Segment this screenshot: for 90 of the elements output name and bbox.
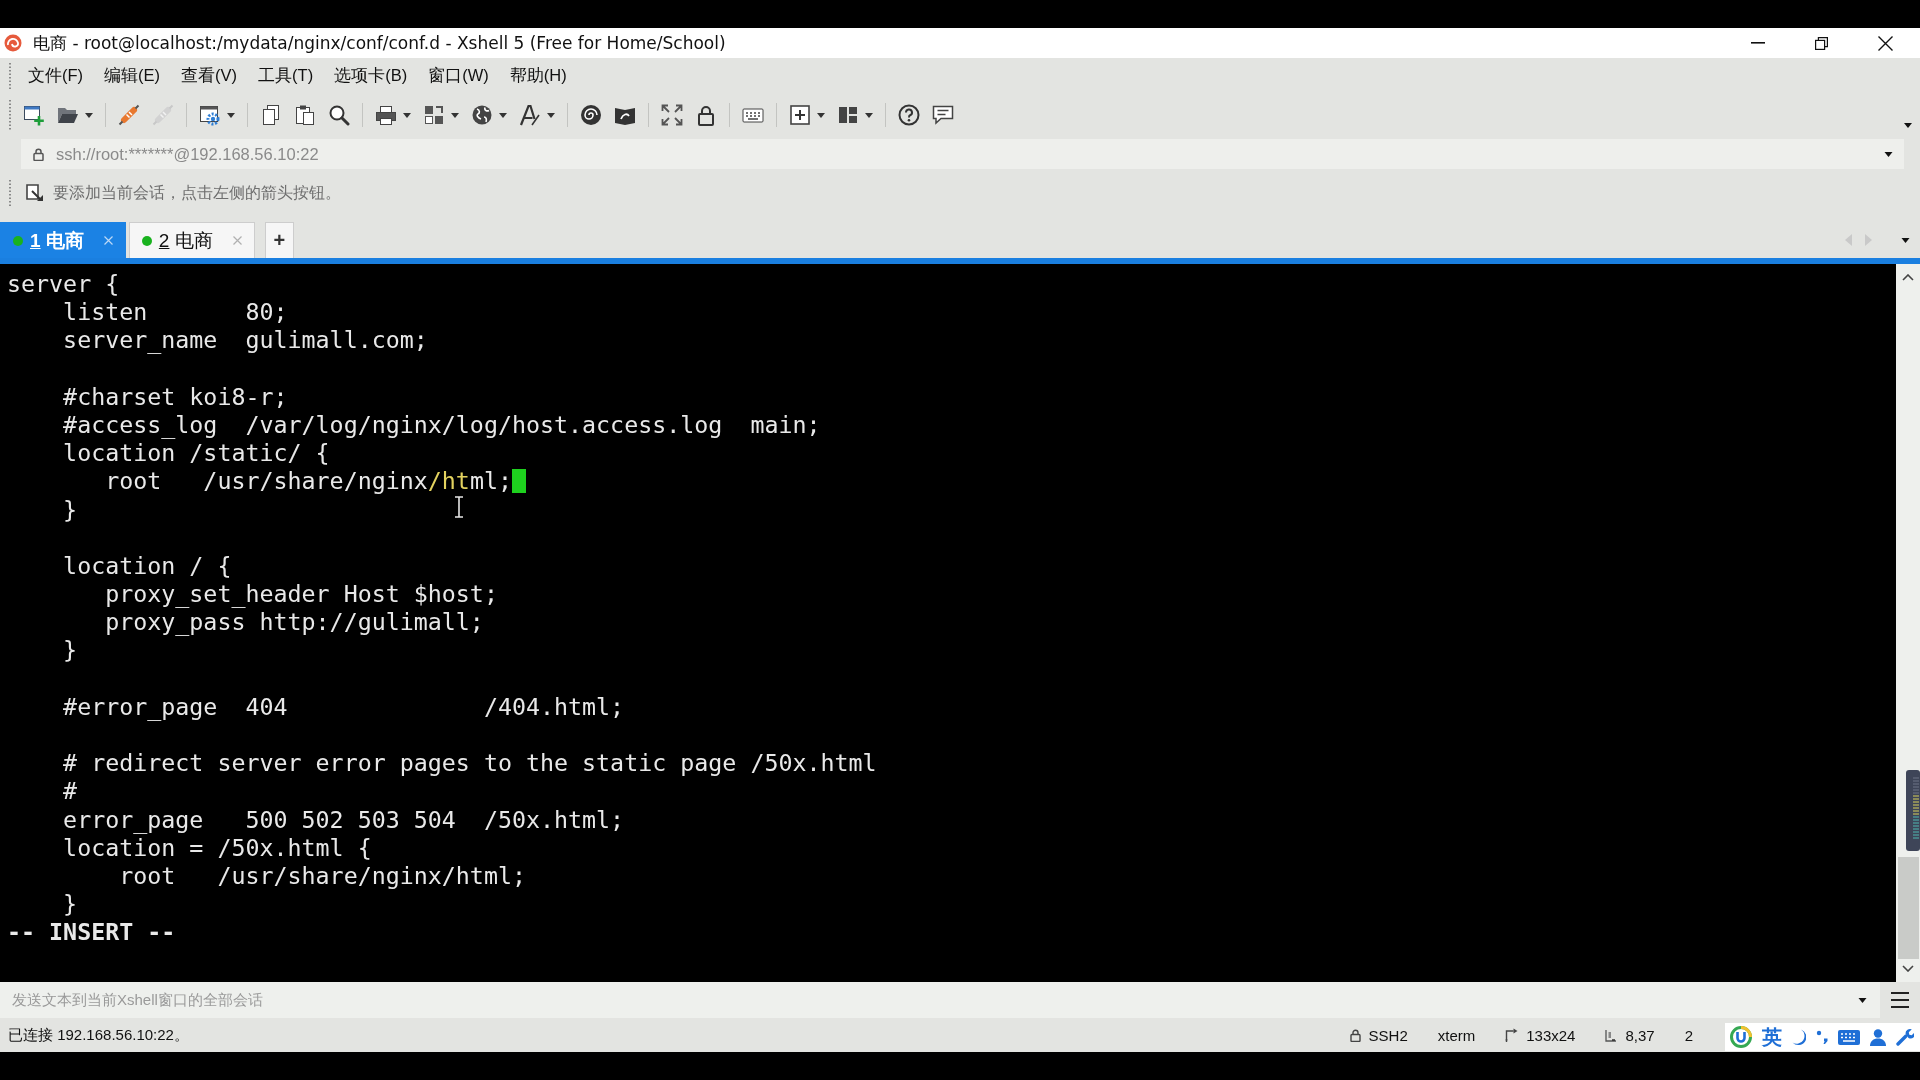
new-window-icon[interactable]	[23, 104, 45, 126]
terminal-size-label: 133x24	[1526, 1026, 1576, 1044]
paste-icon[interactable]	[294, 104, 316, 126]
terminal-line: #charset koi8-r;	[63, 382, 288, 411]
help-icon[interactable]	[898, 104, 920, 126]
caret-icon[interactable]	[1858, 997, 1867, 1003]
terminal-line: }	[63, 636, 78, 665]
menu-item[interactable]: 文件(F)	[28, 65, 84, 87]
protocol-label: SSH2	[1368, 1026, 1408, 1044]
font-icon[interactable]	[519, 104, 541, 126]
arrow-box-icon[interactable]	[26, 184, 44, 202]
caret-icon[interactable]	[547, 112, 555, 118]
menu-item[interactable]: 窗口(W)	[428, 65, 489, 87]
fullscreen-icon[interactable]	[661, 104, 683, 126]
minimize-icon[interactable]	[1751, 42, 1765, 44]
terminal-line: #	[63, 777, 78, 806]
punctuation-icon[interactable]	[1816, 1030, 1828, 1044]
terminal-line: proxy_set_header Host $host;	[105, 580, 498, 609]
hint-text: 要添加当前会话，点击左侧的箭头按钮。	[53, 182, 341, 203]
lock-icon[interactable]	[695, 104, 717, 126]
printer-icon[interactable]	[375, 104, 397, 126]
terminal-line: }	[63, 495, 78, 524]
layout-icon[interactable]	[837, 104, 859, 126]
caret-icon[interactable]	[865, 112, 873, 118]
chat-icon[interactable]	[932, 104, 954, 126]
window-title: 电商 - root@localhost:/mydata/nginx/conf/conf.d - Xshell 5 (Free for Home/School)	[33, 31, 726, 55]
vim-mode-indicator: -- INSERT --	[7, 918, 176, 947]
session-tab[interactable]: 1 电商	[0, 222, 126, 258]
close-icon[interactable]	[1878, 35, 1893, 51]
cursor-position-icon	[1605, 1028, 1618, 1042]
caret-icon[interactable]	[451, 112, 459, 118]
menu-item[interactable]: 帮助(H)	[509, 65, 567, 87]
lock-icon	[33, 147, 44, 161]
cursor-position-label: 8,37	[1625, 1026, 1655, 1044]
wrench-icon[interactable]	[1896, 1028, 1914, 1046]
ime-logo-icon[interactable]	[1730, 1026, 1752, 1048]
terminal-line: error_page 500 502 503 504 /50x.html;	[63, 805, 625, 834]
keyboard-icon[interactable]	[1838, 1029, 1860, 1045]
caret-icon[interactable]	[403, 112, 411, 118]
session-tab[interactable]: 2 电商	[128, 222, 255, 258]
terminal-line: #access_log /var/log/nginx/log/host.access.log main;	[63, 410, 821, 440]
menu-item[interactable]: 选项卡(B)	[334, 65, 408, 87]
connection-status: 已连接 192.168.56.10:22。	[8, 1025, 189, 1045]
status-text: 2	[1684, 1026, 1693, 1044]
caret-icon[interactable]	[817, 112, 825, 118]
terminal-line: location / {	[63, 551, 232, 581]
terminal-line: # redirect server error pages to the static page /50x.html	[63, 749, 877, 778]
spiral-icon[interactable]	[580, 104, 602, 126]
globe-icon[interactable]	[471, 104, 493, 126]
squares-icon[interactable]	[423, 104, 445, 126]
terminal-line: location = /50x.html {	[63, 833, 372, 862]
caret-icon[interactable]	[499, 112, 507, 118]
swirl-logo-icon	[4, 34, 22, 52]
scrollbar-thumb[interactable]	[1897, 857, 1919, 959]
terminal-line: server_name gulimall.com;	[63, 326, 428, 355]
terminal-line: proxy_pass http://gulimall;	[105, 608, 484, 637]
menu-item[interactable]: 编辑(E)	[104, 65, 161, 87]
menu-item[interactable]: 查看(V)	[181, 65, 238, 87]
meter-icon	[1906, 770, 1920, 851]
i-beam-cursor-icon	[454, 496, 464, 518]
moon-icon[interactable]	[1792, 1028, 1806, 1046]
terminal-type-label: xterm	[1437, 1026, 1476, 1044]
terminal-line: }	[63, 890, 78, 919]
caret-icon[interactable]	[85, 112, 93, 118]
add-box-icon[interactable]	[789, 104, 811, 126]
lock-icon	[1349, 1028, 1361, 1042]
caret-icon[interactable]	[227, 112, 235, 118]
restore-icon[interactable]	[1815, 36, 1828, 50]
caret-icon[interactable]	[1884, 151, 1893, 157]
terminal-line: listen 80;	[63, 298, 288, 327]
terminal-line: location /static/ {	[63, 439, 330, 468]
terminal-line: root /usr/share/nginx/html;	[105, 467, 512, 496]
plug-icon[interactable]	[118, 104, 140, 126]
window-gear-icon[interactable]	[199, 104, 221, 126]
resize-icon	[1505, 1028, 1519, 1042]
caret-icon[interactable]	[1904, 123, 1912, 128]
scroll-down-icon[interactable]	[1902, 965, 1914, 972]
new-tab-button[interactable]: +	[264, 222, 294, 258]
person-icon[interactable]	[1870, 1028, 1886, 1046]
search-icon[interactable]	[328, 104, 350, 126]
menu-item[interactable]: 工具(T)	[258, 65, 314, 87]
terminal-line: root /usr/share/nginx/html;	[119, 861, 526, 891]
scroll-up-icon[interactable]	[1902, 274, 1914, 281]
terminal-line: #error_page 404 /404.html;	[63, 692, 625, 721]
caret-icon[interactable]	[1901, 237, 1910, 243]
copy-icon[interactable]	[260, 104, 282, 126]
menu-icon[interactable]	[1880, 982, 1920, 1018]
terminal-line: server {	[7, 270, 120, 299]
ime-language[interactable]: 英	[1762, 1023, 1782, 1051]
scrollbar-track[interactable]	[1896, 264, 1920, 982]
